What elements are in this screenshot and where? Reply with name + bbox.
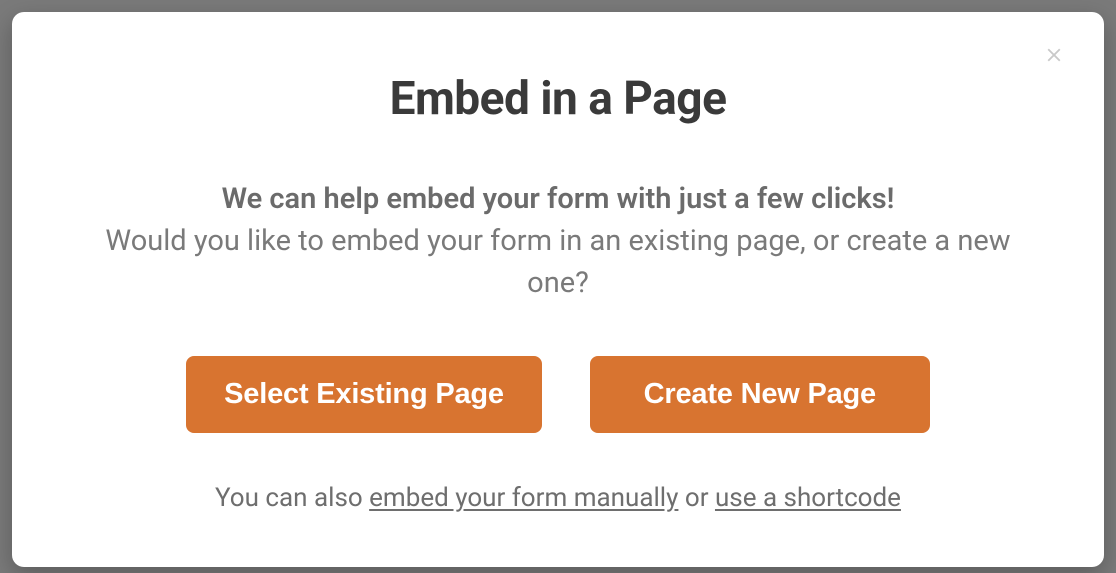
close-button[interactable]: [1040, 42, 1068, 70]
footer-or: or: [678, 483, 715, 513]
footer-prefix: You can also: [215, 483, 369, 513]
use-shortcode-link[interactable]: use a shortcode: [715, 483, 901, 513]
intro-strong: We can help embed your form with just a …: [92, 178, 1024, 220]
modal-title: Embed in a Page: [390, 72, 727, 126]
button-row: Select Existing Page Create New Page: [186, 356, 930, 433]
intro-sub: Would you like to embed your form in an …: [92, 220, 1024, 304]
embed-modal: Embed in a Page We can help embed your f…: [12, 12, 1104, 567]
select-existing-page-button[interactable]: Select Existing Page: [186, 356, 542, 433]
footer-text: You can also embed your form manually or…: [215, 483, 901, 513]
intro-block: We can help embed your form with just a …: [92, 178, 1024, 304]
create-new-page-button[interactable]: Create New Page: [590, 356, 930, 433]
embed-manually-link[interactable]: embed your form manually: [369, 483, 678, 513]
close-icon: [1043, 44, 1065, 69]
